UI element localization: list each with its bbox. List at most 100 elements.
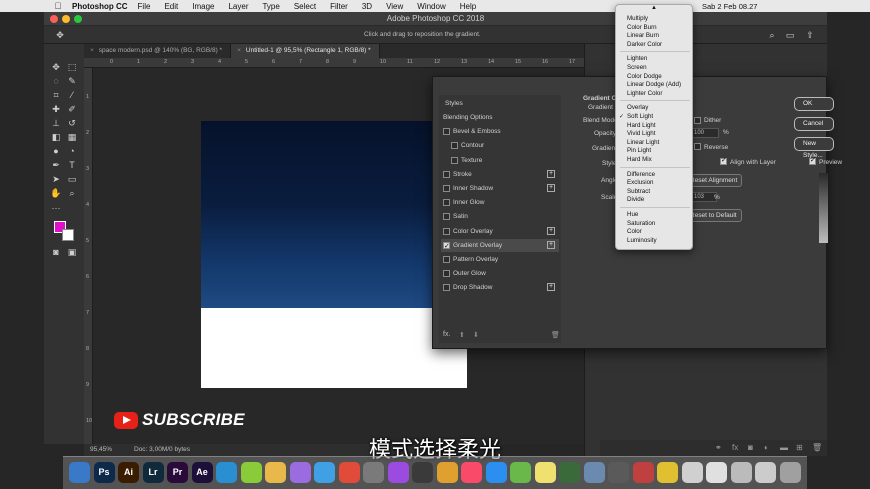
style-item-outer-glow[interactable]: Outer Glow [441,267,559,280]
blend-mode-subtract[interactable]: Subtract [627,188,650,196]
marquee-tool-icon[interactable]: ⬚ [66,61,78,73]
blend-mode-saturation[interactable]: Saturation [627,220,655,228]
tab-space-modern[interactable]: × space modern.psd @ 140% (BG, RGB/8) * [84,44,232,58]
blend-mode-lighter-color[interactable]: Lighter Color [627,90,662,98]
screen-mode-icon[interactable]: ▣ [66,246,78,258]
menu-file[interactable]: File [138,2,151,11]
blend-mode-vivid-light[interactable]: Vivid Light [627,130,655,138]
style-item-pattern-overlay[interactable]: Pattern Overlay [441,253,559,266]
reverse-checkbox[interactable] [694,143,701,150]
dock-app-icon[interactable] [338,462,360,483]
dock-app-icon[interactable] [289,462,311,483]
dock-app-icon[interactable]: Ps [93,462,115,483]
style-item-contour[interactable]: Contour [441,139,559,152]
dock-app-icon[interactable] [730,462,752,483]
blend-mode-linear-burn[interactable]: Linear Burn [627,32,659,40]
dock-app-icon[interactable] [485,462,507,483]
menu-help[interactable]: Help [460,2,476,11]
close-tab-icon[interactable]: × [90,47,94,54]
reset-alignment-button[interactable]: Reset Alignment [685,174,743,187]
cancel-button[interactable]: Cancel [794,117,834,131]
blend-mode-color-burn[interactable]: Color Burn [627,24,657,32]
style-checkbox[interactable] [443,199,450,207]
dock-app-icon[interactable] [779,462,801,483]
blend-mode-soft-light[interactable]: Soft Light [619,113,653,121]
style-item-inner-glow[interactable]: Inner Glow [441,196,559,209]
workspace-icon[interactable]: ▭ [784,29,796,41]
menu-layer[interactable]: Layer [228,2,248,11]
dock-app-icon[interactable]: Lr [142,462,164,483]
style-item-color-overlay[interactable]: Color Overlay + [441,225,559,238]
healing-tool-icon[interactable]: ✚ [50,103,62,115]
lasso-tool-icon[interactable]: ◌ [50,75,62,87]
dock-app-icon[interactable]: Ai [118,462,139,483]
style-checkbox[interactable] [443,185,450,192]
type-tool-icon[interactable]: T [66,159,78,171]
dock-app-icon[interactable] [240,462,262,483]
close-tab-icon[interactable]: × [237,47,241,54]
styles-header[interactable]: Styles [441,97,559,110]
dock-app-icon[interactable] [559,462,580,483]
add-effect-icon[interactable]: + [547,226,555,235]
quick-mask-icon[interactable]: ◙ [50,246,62,258]
scroll-up-icon[interactable]: ▲ [651,5,657,11]
hand-tool-icon[interactable]: ✋ [50,187,62,199]
dock-app-icon[interactable] [608,462,629,483]
blend-mode-overlay[interactable]: Overlay [627,104,648,112]
blend-mode-luminosity[interactable]: Luminosity [627,237,657,245]
rectangle-tool-icon[interactable]: ▭ [66,173,78,185]
pen-tool-icon[interactable]: ✒ [50,159,62,171]
background-color-swatch[interactable] [62,229,74,241]
dodge-tool-icon[interactable]: ◔ [66,145,78,157]
app-name-menu[interactable]: Photoshop CC [72,2,128,11]
dock-app-icon[interactable] [755,462,776,483]
blend-mode-difference[interactable]: Difference [627,171,655,179]
style-item-stroke[interactable]: Stroke + [441,168,559,181]
menu-type[interactable]: Type [262,2,279,11]
style-item-blending-options[interactable]: Blending Options [441,111,559,124]
style-checkbox[interactable] [443,240,450,253]
dither-checkbox[interactable] [694,117,701,124]
blend-mode-hard-mix[interactable]: Hard Mix [627,156,652,164]
menu-edit[interactable]: Edit [164,2,178,11]
dock-app-icon[interactable] [461,462,482,483]
new-style-button[interactable]: New Style... [794,137,834,159]
blur-tool-icon[interactable]: ● [50,145,62,157]
style-checkbox[interactable] [443,170,450,178]
dock-app-icon[interactable] [632,462,654,483]
style-item-drop-shadow[interactable]: Drop Shadow + [441,281,559,294]
zoom-tool-icon[interactable]: ⌕ [66,187,78,199]
eraser-tool-icon[interactable]: ◧ [50,131,62,143]
more-tools-icon[interactable]: ··· [50,202,62,214]
history-brush-tool-icon[interactable]: ↺ [66,117,78,129]
add-effect-icon[interactable]: + [547,184,555,192]
add-effect-icon[interactable]: + [547,169,555,178]
path-select-tool-icon[interactable]: ➤ [50,173,62,185]
dock-app-icon[interactable]: Ae [191,462,213,483]
dock-app-icon[interactable] [534,462,556,483]
gradient-tool-icon[interactable]: ▦ [66,131,78,143]
rectangle-layer-gradient[interactable] [201,121,467,308]
style-item-satin[interactable]: Satin [441,210,559,223]
dock-app-icon[interactable] [436,462,458,483]
add-effect-icon[interactable]: + [547,283,555,292]
opacity-field[interactable]: 100 [691,128,719,138]
ok-button[interactable]: OK [794,97,834,111]
blend-mode-color[interactable]: Color [627,228,642,236]
blend-mode-multiply[interactable]: Multiply [627,15,648,23]
move-up-icon[interactable]: ⬆ [459,331,465,339]
blend-mode-color-dodge[interactable]: Color Dodge [627,73,662,81]
move-tool-icon[interactable]: ✥ [50,61,62,73]
dock-app-icon[interactable] [216,462,237,483]
document-canvas[interactable] [201,121,467,388]
style-item-texture[interactable]: Texture [441,154,559,167]
style-checkbox[interactable] [443,128,450,136]
align-with-layer-checkbox[interactable] [720,156,727,165]
style-item-inner-shadow[interactable]: Inner Shadow + [441,182,559,195]
move-icon[interactable]: ✥ [54,29,66,41]
style-checkbox[interactable] [443,270,450,278]
style-checkbox[interactable] [443,256,450,263]
menu-view[interactable]: View [386,2,403,11]
blend-mode-divide[interactable]: Divide [627,196,644,204]
apple-icon[interactable]:  [52,1,64,11]
